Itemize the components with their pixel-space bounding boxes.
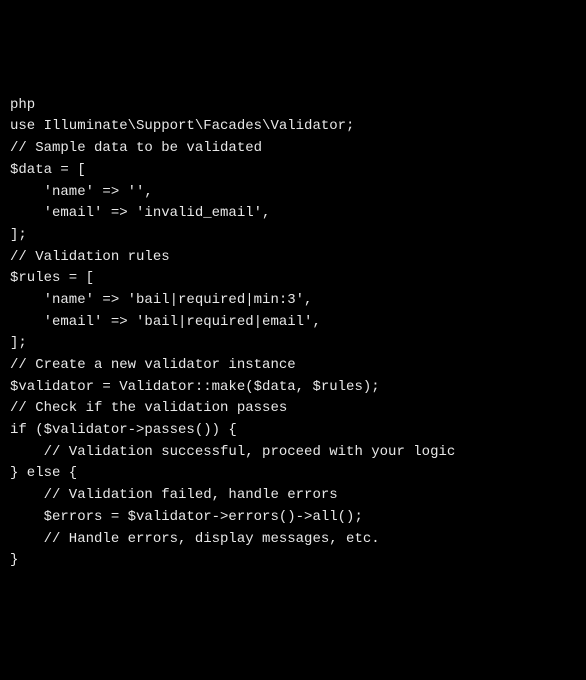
code-line: 'name' => 'bail|required|min:3',	[10, 290, 576, 312]
code-line: ];	[10, 225, 576, 247]
code-line: // Validation rules	[10, 247, 576, 269]
code-line: $rules = [	[10, 268, 576, 290]
code-line: 'email' => 'invalid_email',	[10, 203, 576, 225]
code-line: php	[10, 95, 576, 117]
code-line: // Check if the validation passes	[10, 398, 576, 420]
code-line: // Validation failed, handle errors	[10, 485, 576, 507]
code-line: 'name' => '',	[10, 182, 576, 204]
code-line: } else {	[10, 463, 576, 485]
code-line: $data = [	[10, 160, 576, 182]
code-line: ];	[10, 333, 576, 355]
code-line: // Validation successful, proceed with y…	[10, 442, 576, 464]
code-line: $errors = $validator->errors()->all();	[10, 507, 576, 529]
code-line: 'email' => 'bail|required|email',	[10, 312, 576, 334]
code-line: $validator = Validator::make($data, $rul…	[10, 377, 576, 399]
code-line: }	[10, 550, 576, 572]
code-line: // Create a new validator instance	[10, 355, 576, 377]
code-line: if ($validator->passes()) {	[10, 420, 576, 442]
code-block: phpuse Illuminate\Support\Facades\Valida…	[10, 95, 576, 572]
code-line: // Handle errors, display messages, etc.	[10, 529, 576, 551]
code-line: // Sample data to be validated	[10, 138, 576, 160]
code-line: use Illuminate\Support\Facades\Validator…	[10, 116, 576, 138]
